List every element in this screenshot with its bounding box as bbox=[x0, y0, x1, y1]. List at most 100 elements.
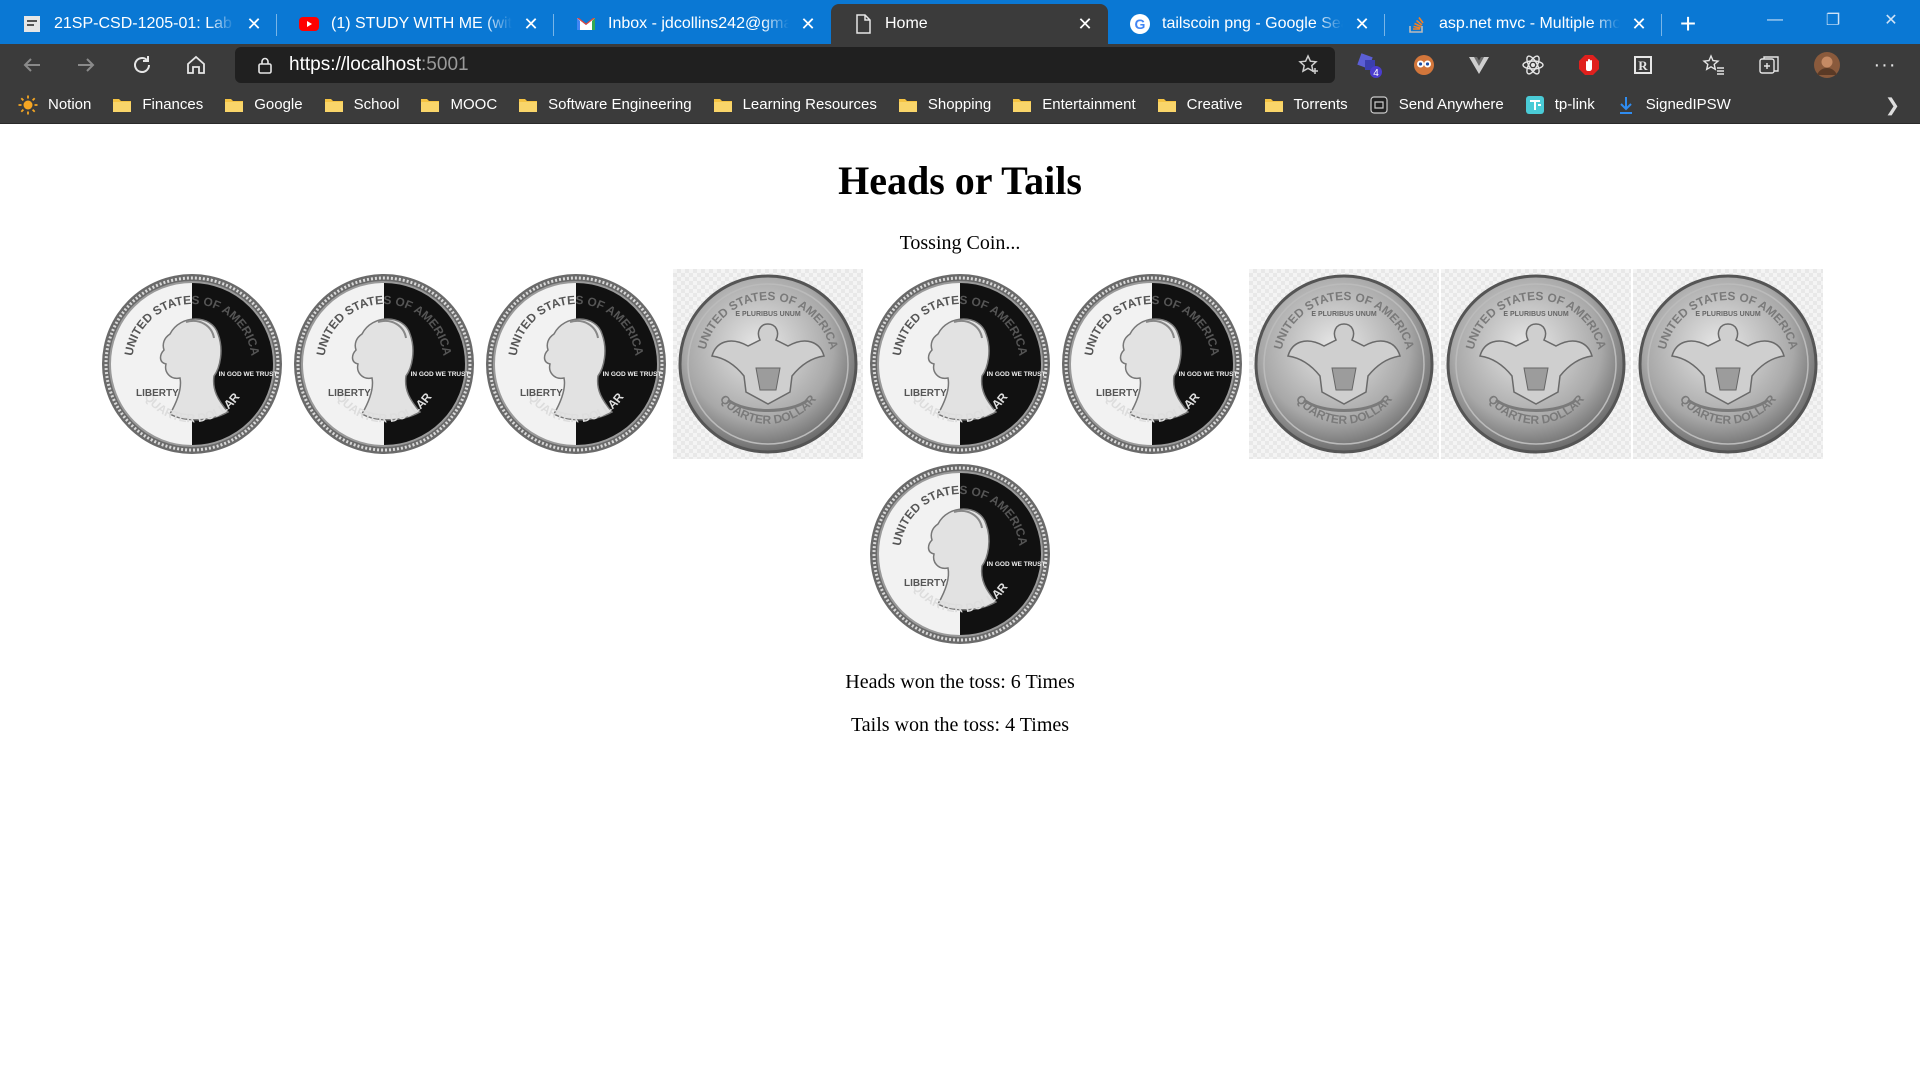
coin-tails-image: E PLURIBUS UNUM UNITED STATES OF AMERICA Q… bbox=[1249, 269, 1439, 459]
gmail-icon bbox=[576, 14, 596, 34]
refresh-button[interactable] bbox=[120, 48, 164, 82]
home-icon bbox=[187, 55, 205, 74]
bookmark-label: Torrents bbox=[1293, 96, 1348, 113]
tp-link-icon bbox=[1525, 95, 1545, 114]
close-tab-icon[interactable]: ✕ bbox=[1628, 13, 1650, 35]
svg-text:IN GOD WE TRUST: IN GOD WE TRUST bbox=[411, 371, 470, 378]
bookmark-google[interactable]: Google bbox=[222, 90, 311, 120]
svg-text:LIBERTY: LIBERTY bbox=[904, 388, 947, 399]
bookmark-software-engineering[interactable]: Software Engineering bbox=[516, 90, 700, 120]
extension-r-icon[interactable]: R bbox=[1626, 48, 1660, 82]
forward-arrow-icon bbox=[78, 58, 95, 72]
svg-text:R: R bbox=[1638, 58, 1648, 73]
profile-avatar[interactable] bbox=[1810, 48, 1844, 82]
folder-icon bbox=[1012, 96, 1032, 114]
coin-tails-image: E PLURIBUS UNUM UNITED STATES OF AMERICA Q… bbox=[1441, 269, 1631, 459]
bookmark-list: Notion Finances Google School MOOC Software E… bbox=[16, 90, 1750, 120]
bookmark-label: Send Anywhere bbox=[1398, 96, 1504, 113]
settings-more-icon[interactable]: ··· bbox=[1868, 48, 1902, 82]
svg-text:IN GOD WE TRUST: IN GOD WE TRUST bbox=[987, 561, 1046, 568]
bookmark-entertainment[interactable]: Entertainment bbox=[1010, 90, 1144, 120]
lock-icon[interactable] bbox=[255, 56, 275, 74]
tab-5[interactable]: Gtailscoin png - Google Search ✕ bbox=[1108, 4, 1385, 44]
bookmark-label: Software Engineering bbox=[548, 96, 692, 113]
back-button[interactable] bbox=[10, 48, 54, 82]
svg-text:E PLURIBUS UNUM: E PLURIBUS UNUM bbox=[1695, 311, 1761, 318]
svg-text:LIBERTY: LIBERTY bbox=[904, 578, 947, 589]
bookmark-label: Learning Resources bbox=[742, 96, 877, 113]
svg-text:E PLURIBUS UNUM: E PLURIBUS UNUM bbox=[735, 311, 801, 318]
bookmark-torrents[interactable]: Torrents bbox=[1262, 90, 1357, 120]
close-tab-icon[interactable]: ✕ bbox=[243, 13, 265, 35]
tab-title: Home bbox=[885, 15, 928, 32]
folder-icon bbox=[1264, 96, 1284, 114]
bookmark-signedipsw[interactable]: SignedIPSW bbox=[1614, 90, 1740, 120]
close-tab-icon[interactable]: ✕ bbox=[520, 13, 542, 35]
document-icon bbox=[22, 14, 42, 34]
svg-text:E PLURIBUS UNUM: E PLURIBUS UNUM bbox=[1311, 311, 1377, 318]
bookmark-mooc[interactable]: MOOC bbox=[418, 90, 506, 120]
tab-strip: 21SP-CSD-1205-01: Lab Exercise✕(1) STUDY… bbox=[0, 0, 1920, 44]
tab-1[interactable]: 21SP-CSD-1205-01: Lab Exercise ✕ bbox=[0, 4, 277, 44]
navigation-toolbar: https://localhost:5001 4 R ··· bbox=[0, 44, 1920, 86]
send-anywhere-icon bbox=[1369, 95, 1389, 114]
svg-text:E PLURIBUS UNUM: E PLURIBUS UNUM bbox=[1503, 311, 1569, 318]
coin-heads-image: UNITED STATES OF AMERICA QUARTER DOLLAR LI… bbox=[865, 459, 1055, 649]
bookmark-notion[interactable]: Notion bbox=[16, 90, 100, 120]
bookmark-label: Google bbox=[254, 96, 303, 113]
bookmark-creative[interactable]: Creative bbox=[1155, 90, 1252, 120]
extension-adblock-icon[interactable] bbox=[1572, 48, 1606, 82]
coin-heads-image: UNITED STATES OF AMERICA QUARTER DOLLAR LI… bbox=[865, 269, 1055, 459]
bookmark-school[interactable]: School bbox=[322, 90, 409, 120]
svg-text:IN GOD WE TRUST: IN GOD WE TRUST bbox=[1179, 371, 1238, 378]
svg-text:IN GOD WE TRUST: IN GOD WE TRUST bbox=[603, 371, 662, 378]
forward-button[interactable] bbox=[64, 48, 108, 82]
tab-list: 21SP-CSD-1205-01: Lab Exercise✕(1) STUDY… bbox=[0, 4, 1662, 44]
heads-result: Heads won the toss: 6 Times bbox=[845, 671, 1075, 693]
bookmark-label: Creative bbox=[1186, 96, 1243, 113]
restore-icon[interactable]: ❐ bbox=[1804, 0, 1862, 40]
home-button[interactable] bbox=[174, 48, 218, 82]
folder-icon bbox=[112, 96, 132, 114]
tab-title: (1) STUDY WITH ME (with music) bbox=[331, 15, 512, 32]
close-tab-icon[interactable]: ✕ bbox=[1351, 13, 1373, 35]
refresh-icon bbox=[134, 56, 150, 73]
window-controls: — ❐ ✕ bbox=[1746, 0, 1920, 40]
bookmark-shopping[interactable]: Shopping bbox=[896, 90, 1000, 120]
tab-4[interactable]: Home ✕ bbox=[831, 4, 1108, 44]
bookmark-tp-link[interactable]: tp-link bbox=[1523, 90, 1604, 120]
bookmark-label: Shopping bbox=[927, 96, 992, 113]
chevron-right-icon[interactable]: ❯ bbox=[1885, 95, 1900, 116]
tails-result: Tails won the toss: 4 Times bbox=[850, 714, 1070, 736]
extension-owl-icon[interactable] bbox=[1407, 48, 1441, 82]
coin-heads-image: UNITED STATES OF AMERICA QUARTER DOLLAR LI… bbox=[289, 269, 479, 459]
bookmark-label: SignedIPSW bbox=[1645, 96, 1731, 113]
tab-6[interactable]: asp.net mvc - Multiple models ✕ bbox=[1385, 4, 1662, 44]
coin-heads-image: UNITED STATES OF AMERICA QUARTER DOLLAR LI… bbox=[97, 269, 287, 459]
folder-icon bbox=[898, 96, 918, 114]
bookmark-label: School bbox=[353, 96, 400, 113]
tab-title: Inbox - jdcollins242@gmail.com bbox=[608, 15, 789, 32]
bookmark-learning-resources[interactable]: Learning Resources bbox=[711, 90, 886, 120]
favorites-icon[interactable] bbox=[1697, 48, 1731, 82]
extension-react-icon[interactable] bbox=[1516, 48, 1550, 82]
minimize-icon[interactable]: — bbox=[1746, 0, 1804, 40]
svg-text:LIBERTY: LIBERTY bbox=[328, 388, 371, 399]
extension-shapes-icon[interactable]: 4 bbox=[1352, 48, 1386, 82]
close-tab-icon[interactable]: ✕ bbox=[1074, 13, 1096, 35]
bookmark-finances[interactable]: Finances bbox=[110, 90, 212, 120]
bookmark-send-anywhere[interactable]: Send Anywhere bbox=[1367, 90, 1513, 120]
new-tab-button[interactable]: + bbox=[1666, 4, 1710, 44]
collections-icon[interactable] bbox=[1752, 48, 1786, 82]
tab-title: 21SP-CSD-1205-01: Lab Exercise bbox=[54, 15, 235, 32]
tab-2[interactable]: (1) STUDY WITH ME (with music) ✕ bbox=[277, 4, 554, 44]
folder-icon bbox=[1157, 96, 1177, 114]
add-favorite-icon[interactable] bbox=[1297, 53, 1321, 77]
svg-text:LIBERTY: LIBERTY bbox=[1096, 388, 1139, 399]
close-window-icon[interactable]: ✕ bbox=[1862, 0, 1920, 40]
tab-3[interactable]: Inbox - jdcollins242@gmail.com ✕ bbox=[554, 4, 831, 44]
extension-vue-icon[interactable] bbox=[1462, 48, 1496, 82]
address-bar[interactable]: https://localhost:5001 bbox=[235, 47, 1335, 83]
tab-divider bbox=[1661, 14, 1662, 36]
close-tab-icon[interactable]: ✕ bbox=[797, 13, 819, 35]
